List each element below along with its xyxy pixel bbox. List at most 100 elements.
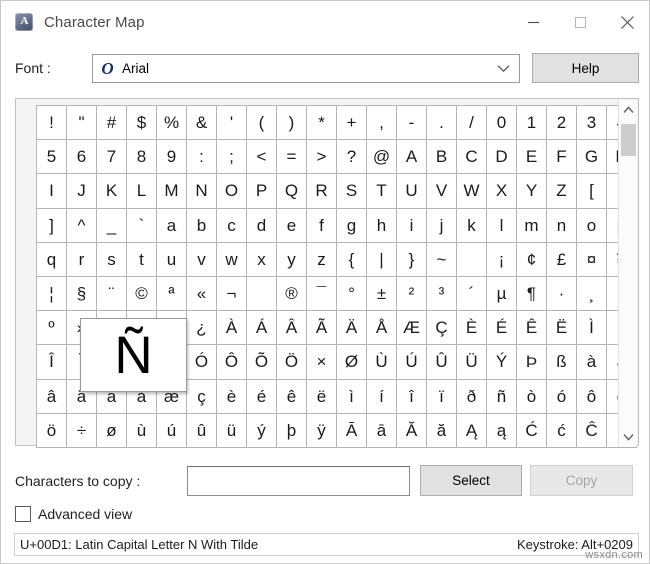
character-cell[interactable]: x	[246, 241, 277, 277]
character-cell[interactable]: Ô	[216, 344, 247, 380]
characters-to-copy-input[interactable]	[187, 466, 410, 496]
character-cell[interactable]: P	[246, 173, 277, 209]
character-cell[interactable]: j	[426, 207, 457, 243]
character-cell[interactable]: ¿	[186, 310, 217, 346]
character-grid[interactable]: !"#$%&'()*+,-./0123456789:;<=>?@ABCDEFGH…	[36, 104, 637, 448]
character-cell[interactable]: Â	[276, 310, 307, 346]
character-cell[interactable]: ê	[276, 378, 307, 414]
character-cell[interactable]: Q	[276, 173, 307, 209]
character-cell[interactable]: W	[456, 173, 487, 209]
character-cell[interactable]: +	[336, 104, 367, 141]
character-cell[interactable]: N	[186, 173, 217, 209]
character-cell[interactable]: è	[216, 378, 247, 414]
character-cell[interactable]: B	[426, 139, 457, 175]
character-cell[interactable]: #	[96, 104, 127, 141]
character-cell[interactable]: -	[396, 104, 427, 141]
character-cell[interactable]: 2	[546, 104, 577, 141]
character-cell[interactable]: '	[216, 104, 247, 141]
character-cell[interactable]: ´	[456, 275, 487, 312]
character-cell[interactable]: Ü	[456, 344, 487, 380]
character-cell[interactable]: ö	[36, 412, 67, 448]
font-combobox[interactable]: O Arial	[92, 54, 520, 83]
character-cell[interactable]: Ì	[576, 310, 607, 346]
character-cell[interactable]: C	[456, 139, 487, 175]
character-cell[interactable]: ì	[336, 378, 367, 414]
character-cell[interactable]: m	[516, 207, 547, 243]
character-cell[interactable]: ÷	[66, 412, 97, 448]
character-cell[interactable]: 5	[36, 139, 67, 175]
character-cell[interactable]: Ë	[546, 310, 577, 346]
character-cell[interactable]: Ā	[336, 412, 367, 448]
character-cell[interactable]: þ	[276, 412, 307, 448]
character-cell[interactable]: ñ	[486, 378, 517, 414]
character-cell[interactable]: c	[216, 207, 247, 243]
character-cell[interactable]: S	[336, 173, 367, 209]
character-cell[interactable]: :	[186, 139, 217, 175]
character-cell[interactable]: I	[36, 173, 67, 209]
character-cell[interactable]: O	[216, 173, 247, 209]
character-cell[interactable]: V	[426, 173, 457, 209]
character-cell[interactable]: ÿ	[306, 412, 337, 448]
character-cell[interactable]: Ø	[336, 344, 367, 380]
character-cell[interactable]: )	[276, 104, 307, 141]
character-cell[interactable]: `	[126, 207, 157, 243]
character-cell[interactable]: é	[246, 378, 277, 414]
character-cell[interactable]: |	[366, 241, 397, 277]
character-cell[interactable]: b	[186, 207, 217, 243]
character-cell[interactable]: ü	[216, 412, 247, 448]
character-cell[interactable]: ú	[156, 412, 187, 448]
character-cell[interactable]: í	[366, 378, 397, 414]
character-cell[interactable]: ¶	[516, 275, 547, 312]
character-cell[interactable]: ð	[456, 378, 487, 414]
character-cell[interactable]: Õ	[246, 344, 277, 380]
grid-scrollbar[interactable]	[618, 100, 637, 446]
character-cell[interactable]: 8	[126, 139, 157, 175]
character-cell[interactable]: Z	[546, 173, 577, 209]
character-cell[interactable]: k	[456, 207, 487, 243]
help-button[interactable]: Help	[532, 53, 639, 83]
character-cell[interactable]: o	[576, 207, 607, 243]
character-cell[interactable]: ą	[486, 412, 517, 448]
character-cell[interactable]: É	[486, 310, 517, 346]
character-cell[interactable]: 9	[156, 139, 187, 175]
character-cell[interactable]: Ê	[516, 310, 547, 346]
character-cell[interactable]: E	[516, 139, 547, 175]
character-cell[interactable]: @	[366, 139, 397, 175]
character-cell[interactable]: ³	[426, 275, 457, 312]
character-cell[interactable]: û	[186, 412, 217, 448]
character-cell[interactable]: Ù	[366, 344, 397, 380]
select-button[interactable]: Select	[420, 465, 522, 496]
character-cell[interactable]: w	[216, 241, 247, 277]
character-cell[interactable]: .	[426, 104, 457, 141]
character-cell[interactable]: U	[396, 173, 427, 209]
scroll-up-button[interactable]	[619, 100, 638, 119]
character-cell[interactable]: ù	[126, 412, 157, 448]
character-cell[interactable]: z	[306, 241, 337, 277]
character-cell[interactable]: ă	[426, 412, 457, 448]
character-cell[interactable]: }	[396, 241, 427, 277]
character-cell[interactable]: ò	[516, 378, 547, 414]
character-cell[interactable]: à	[576, 344, 607, 380]
character-cell[interactable]: «	[186, 275, 217, 312]
character-cell[interactable]: ¨	[96, 275, 127, 312]
character-cell[interactable]: L	[126, 173, 157, 209]
character-cell[interactable]: µ	[486, 275, 517, 312]
character-cell[interactable]: i	[396, 207, 427, 243]
character-cell[interactable]: n	[546, 207, 577, 243]
character-cell[interactable]: =	[276, 139, 307, 175]
character-cell[interactable]: X	[486, 173, 517, 209]
character-cell[interactable]: M	[156, 173, 187, 209]
character-cell[interactable]: ¬	[216, 275, 247, 312]
character-cell[interactable]: ā	[366, 412, 397, 448]
maximize-button[interactable]	[557, 1, 604, 43]
character-cell[interactable]: î	[396, 378, 427, 414]
character-cell[interactable]: r	[66, 241, 97, 277]
character-cell[interactable]: v	[186, 241, 217, 277]
character-cell[interactable]: Á	[246, 310, 277, 346]
character-cell[interactable]: l	[486, 207, 517, 243]
character-cell[interactable]: £	[546, 241, 577, 277]
character-cell[interactable]: e	[276, 207, 307, 243]
character-cell[interactable]: ^	[66, 207, 97, 243]
character-cell[interactable]: ë	[306, 378, 337, 414]
character-cell[interactable]: ó	[546, 378, 577, 414]
